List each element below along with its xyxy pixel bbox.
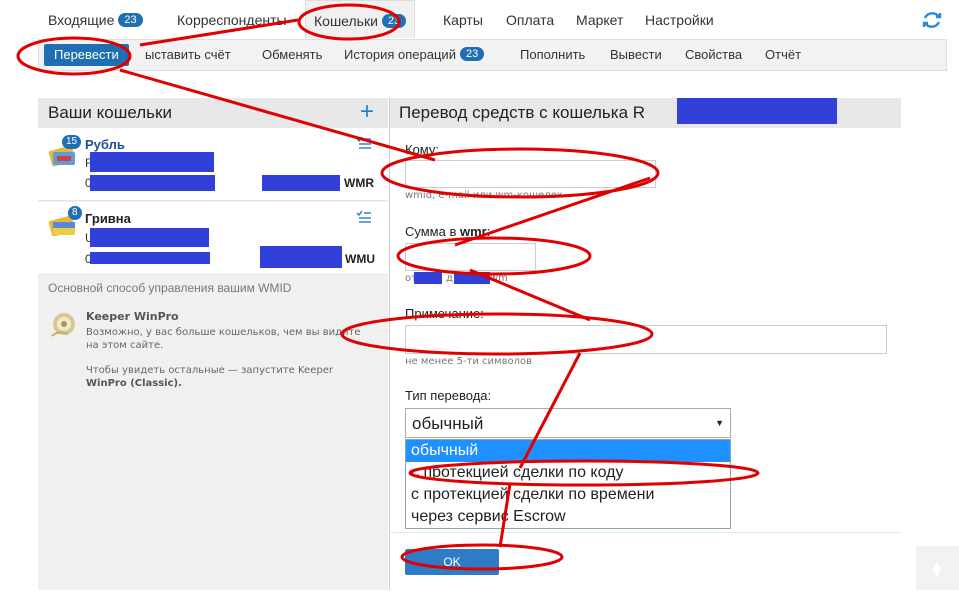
properties-link[interactable]: Свойства <box>685 40 742 70</box>
tab-correspondents[interactable]: Корреспонденты <box>177 0 287 38</box>
history-label: История операций <box>344 47 456 62</box>
tab-settings[interactable]: Настройки <box>645 0 714 38</box>
redacted-wallet-number <box>90 152 214 172</box>
keeper-text-line: на этом сайте. <box>86 340 164 351</box>
top-nav: Входящие 23 Корреспонденты Кошельки 23 Кар… <box>0 0 959 38</box>
tab-wallets[interactable]: Кошельки 23 <box>305 0 416 38</box>
redacted-balance <box>90 175 215 191</box>
panel-pointer <box>378 147 389 169</box>
keeper-text-line: WinPro (Classic). <box>86 378 182 389</box>
redacted-amount <box>454 272 490 284</box>
tab-market[interactable]: Маркет <box>576 0 623 38</box>
transfer-type-option[interactable]: с протекцией сделки по времени <box>406 484 730 506</box>
wmid-management-note: Основной способ управления вашим WMID <box>48 281 292 295</box>
tab-cards[interactable]: Карты <box>443 0 483 38</box>
inbox-count-badge: 23 <box>118 13 143 27</box>
chevron-down-icon: ▼ <box>715 418 724 428</box>
amount-hint-part: д <box>446 273 453 284</box>
wallet-uah-currency: WMU <box>345 252 375 266</box>
arrow-up-icon <box>932 562 942 576</box>
recipient-input[interactable] <box>405 160 656 188</box>
keeper-text-line: Возможно, у вас больше кошельков, чем вы… <box>86 327 361 338</box>
add-wallet-icon[interactable]: + <box>360 100 374 124</box>
exchange-link[interactable]: Обменять <box>262 40 322 70</box>
top-up-link[interactable]: Пополнить <box>520 40 585 70</box>
redacted-amount <box>414 272 442 284</box>
tab-inbox[interactable]: Входящие 23 <box>48 0 143 38</box>
tab-cards-label: Карты <box>443 12 483 28</box>
keeper-winpro-title: Keeper WinPro <box>86 310 179 323</box>
wallets-count-badge: 23 <box>381 14 407 28</box>
redacted-balance <box>90 252 210 264</box>
recipient-hint: wmid, e-mail или wm-кошелек <box>405 190 563 201</box>
issue-invoice-link[interactable]: ыставить счёт <box>145 40 231 70</box>
keeper-text-line: Чтобы увидеть остальные — запустите Keep… <box>86 364 376 377</box>
wallets-panel-header: Ваши кошельки + <box>38 98 388 128</box>
note-input[interactable] <box>405 325 887 354</box>
transfer-type-options: обычный с протекцией сделки по коду с пр… <box>405 439 731 529</box>
wallet-uah-badge: 8 <box>68 206 82 220</box>
tab-payment-label: Оплата <box>506 12 555 28</box>
tab-market-label: Маркет <box>576 12 624 28</box>
history-count-badge: 23 <box>459 47 485 61</box>
amount-label-text: Сумма в <box>405 224 460 239</box>
wallet-rub-badge: 15 <box>62 135 82 149</box>
keeper-text-part: Чтобы увидеть остальные — запустите Keep… <box>86 365 333 376</box>
amount-hint-part: wm <box>490 273 508 284</box>
transfer-type-label: Тип перевода: <box>405 388 492 403</box>
wallets-panel: Ваши кошельки + 15 Рубль R 0 WMR 8 Грив <box>38 98 388 590</box>
refresh-icon[interactable] <box>921 9 943 31</box>
amount-currency: wmr <box>459 224 487 239</box>
ok-button[interactable]: OK <box>405 549 499 575</box>
wallet-item-rub[interactable]: 15 Рубль R 0 WMR <box>38 128 388 201</box>
keeper-winpro-icon <box>51 313 75 337</box>
redacted-wallet-number <box>90 228 209 247</box>
transfer-type-option[interactable]: с протекцией сделки по коду <box>406 462 730 484</box>
history-link[interactable]: История операций 23 <box>344 40 485 70</box>
redacted-amount <box>262 175 340 191</box>
report-link[interactable]: Отчёт <box>765 40 801 70</box>
scroll-to-top-button[interactable] <box>916 546 959 590</box>
tab-inbox-label: Входящие <box>48 12 115 28</box>
amount-input[interactable] <box>405 243 536 271</box>
tab-payment[interactable]: Оплата <box>506 0 554 38</box>
redacted-wallet-number <box>677 98 837 124</box>
amount-label-colon: : <box>486 224 491 239</box>
wallet-rub-currency: WMR <box>344 176 374 190</box>
wallet-rub-name: Рубль <box>85 137 125 152</box>
recipient-label: Кому: <box>405 142 439 157</box>
transfer-type-option[interactable]: через сервис Escrow <box>406 506 730 528</box>
transfer-type-select[interactable]: обычный ▼ <box>405 408 731 438</box>
transfer-button[interactable]: Перевести <box>44 44 129 66</box>
note-hint: не менее 5-ти символов <box>405 356 533 367</box>
wallet-list-icon[interactable] <box>356 136 372 150</box>
tab-correspondents-label: Корреспонденты <box>177 12 287 28</box>
redacted-amount <box>260 246 342 268</box>
wallet-list-icon[interactable] <box>356 210 372 224</box>
wallet-item-uah[interactable]: 8 Гривна U 0 WMU <box>38 202 388 275</box>
wallets-panel-title: Ваши кошельки <box>48 103 172 122</box>
sub-nav: Перевести ыставить счёт Обменять История… <box>38 39 947 71</box>
transfer-panel-title: Перевод средств с кошелька R <box>399 103 646 122</box>
transfer-panel: Перевод средств с кошелька R Кому: wmid,… <box>389 98 901 590</box>
transfer-panel-header: Перевод средств с кошелька R <box>390 98 901 128</box>
withdraw-link[interactable]: Вывести <box>610 40 662 70</box>
amount-label: Сумма в wmr: <box>405 224 490 239</box>
transfer-type-option[interactable]: обычный <box>406 440 730 462</box>
tab-settings-label: Настройки <box>645 12 714 28</box>
transfer-type-selected: обычный <box>412 414 484 433</box>
wallet-uah-name: Гривна <box>85 211 131 226</box>
note-label: Примечание: <box>405 306 484 321</box>
tab-wallets-label: Кошельки <box>314 13 378 29</box>
divider <box>390 532 901 533</box>
